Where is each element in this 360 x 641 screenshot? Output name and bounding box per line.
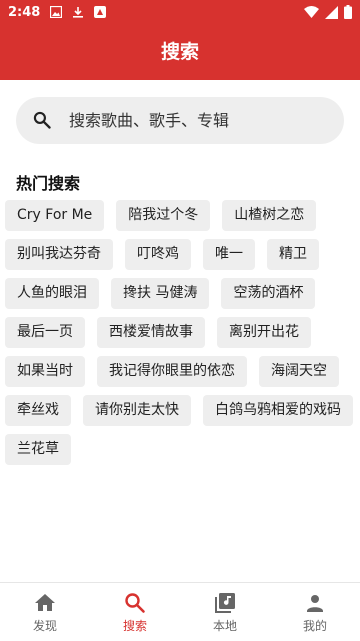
nav-item-local[interactable]: 本地 (180, 583, 270, 641)
nav-item-mine[interactable]: 我的 (270, 583, 360, 641)
search-icon (125, 593, 145, 613)
hot-search-tag[interactable]: 叮咚鸡 (125, 239, 191, 270)
hot-search-tag[interactable]: 陪我过个冬 (116, 200, 211, 231)
hot-search-tag[interactable]: 我记得你眼里的依恋 (97, 356, 247, 387)
hot-search-tag[interactable]: 人鱼的眼泪 (5, 278, 99, 309)
nav-label: 搜索 (122, 619, 147, 633)
hot-search-tag[interactable]: 唯一 (203, 239, 255, 270)
app-header: 2:48 搜索 (0, 0, 360, 80)
music-library-icon (215, 593, 235, 613)
hot-search-tag[interactable]: 兰花草 (5, 434, 71, 465)
hot-search-tag[interactable]: 如果当时 (5, 356, 85, 387)
nav-label: 我的 (302, 619, 327, 633)
search-input[interactable]: 搜索歌曲、歌手、专辑 (16, 97, 344, 144)
hot-search-tag[interactable]: 离别开出花 (217, 317, 311, 348)
nav-item-discover[interactable]: 发现 (0, 583, 90, 641)
image-notification-icon (50, 6, 63, 18)
hot-search-tag[interactable]: 山楂树之恋 (222, 200, 317, 231)
search-placeholder: 搜索歌曲、歌手、专辑 (69, 111, 230, 130)
hot-search-tag[interactable]: 白鸽乌鸦相爱的戏码 (203, 395, 353, 426)
download-icon (73, 7, 84, 18)
hot-search-title: 热门搜索 (16, 174, 81, 193)
person-icon (307, 595, 323, 612)
signal-icon (325, 5, 338, 19)
app-notification-icon (94, 6, 107, 18)
hot-search-tag[interactable]: 请你别走太快 (83, 395, 191, 426)
hot-search-tag[interactable]: 西楼爱情故事 (97, 317, 205, 348)
page-title: 搜索 (160, 41, 199, 63)
wifi-icon (304, 5, 319, 18)
bottom-navigation: 发现 搜索 本地 我的 (0, 582, 360, 641)
nav-label: 发现 (32, 619, 57, 633)
home-icon (35, 594, 55, 611)
hot-search-tag[interactable]: 精卫 (267, 239, 319, 270)
hot-search-tags: Cry For Me 陪我过个冬 山楂树之恋 别叫我达芬奇 叮咚鸡 唯一 精卫 … (5, 200, 355, 465)
search-icon (33, 111, 51, 129)
hot-search-tag[interactable]: Cry For Me (5, 200, 105, 231)
hot-search-tag[interactable]: 海阔天空 (259, 356, 339, 387)
nav-item-search[interactable]: 搜索 (90, 583, 180, 641)
status-bar: 2:48 (0, 0, 360, 24)
hot-search-tag[interactable]: 最后一页 (5, 317, 85, 348)
hot-search-tag[interactable]: 搀扶 马健涛 (111, 278, 210, 309)
nav-label: 本地 (212, 619, 237, 633)
hot-search-tag[interactable]: 别叫我达芬奇 (5, 239, 113, 270)
battery-icon (344, 5, 352, 19)
hot-search-tag[interactable]: 牵丝戏 (5, 395, 71, 426)
hot-search-tag[interactable]: 空荡的酒杯 (221, 278, 316, 309)
status-time: 2:48 (8, 4, 41, 20)
